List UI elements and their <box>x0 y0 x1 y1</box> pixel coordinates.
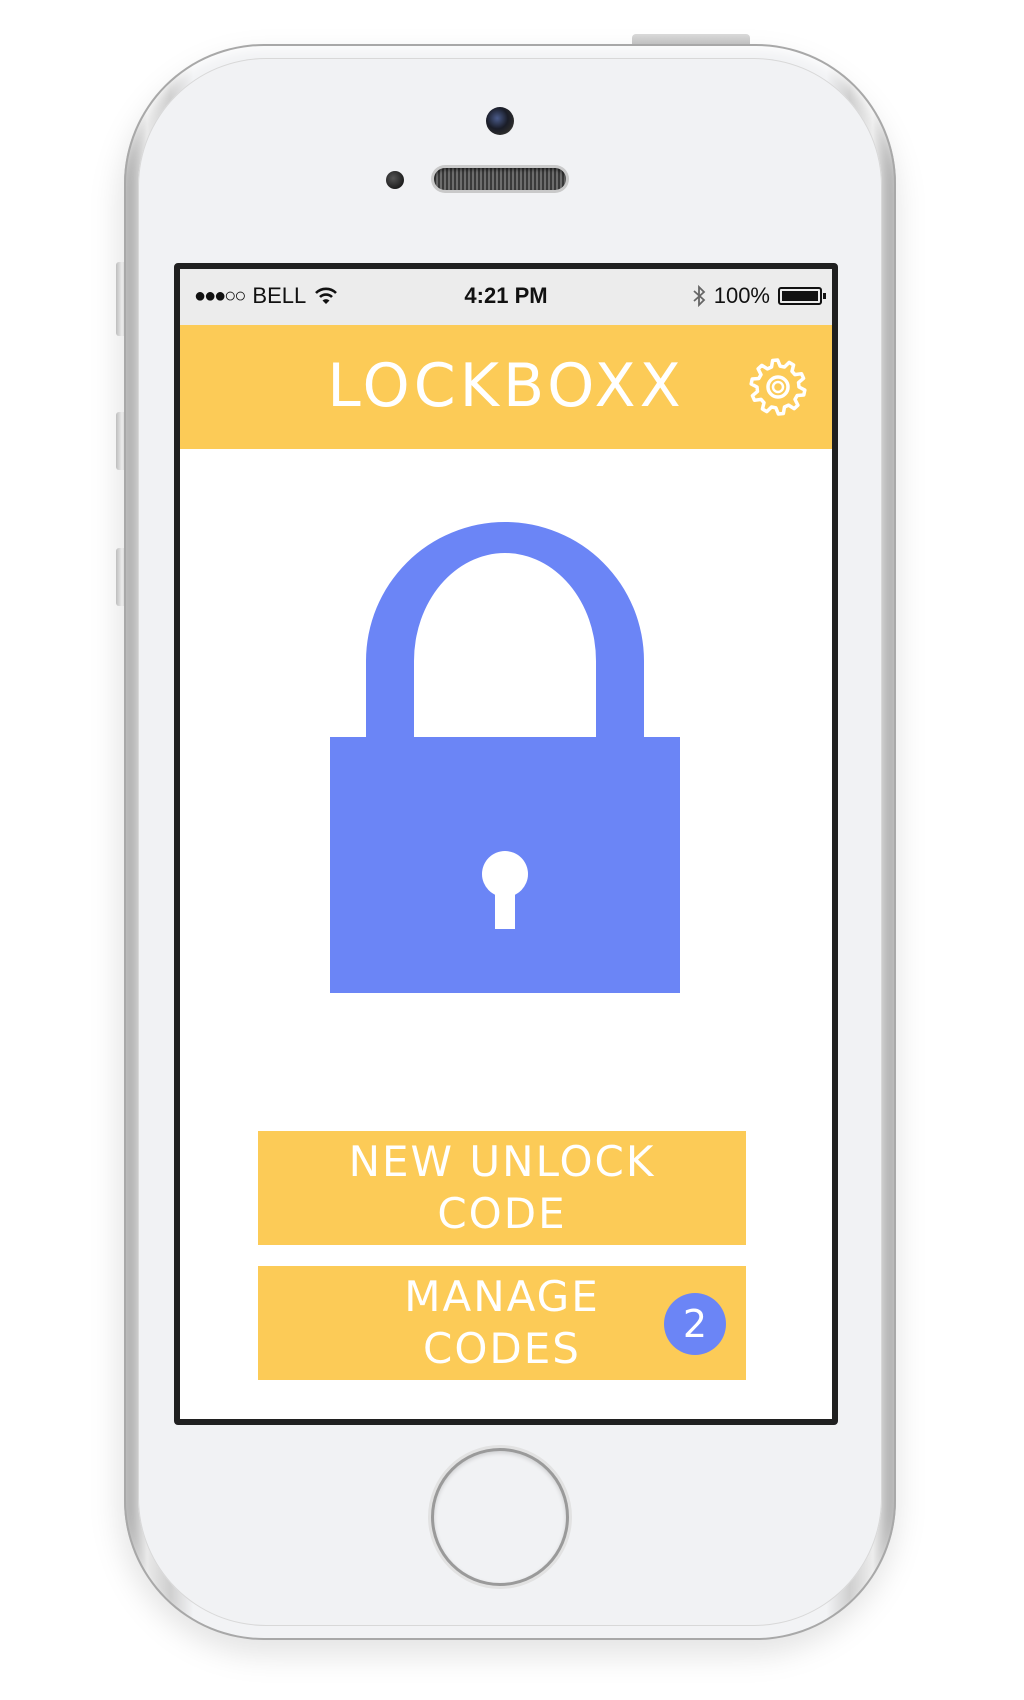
battery-fill <box>782 291 818 301</box>
gear-icon[interactable] <box>746 355 810 419</box>
new-unlock-code-label: NEW UNLOCK CODE <box>348 1137 656 1238</box>
proximity-sensor <box>386 171 404 189</box>
app-header: LOCKBOXX <box>180 325 832 449</box>
new-unlock-code-button[interactable]: NEW UNLOCK CODE <box>258 1131 746 1245</box>
front-camera <box>486 107 514 135</box>
home-button[interactable] <box>434 1451 566 1583</box>
codes-count-badge: 2 <box>664 1293 726 1355</box>
manage-codes-label: MANAGE CODES <box>404 1272 600 1373</box>
phone-screen: ●●●○○ BELL 4:21 PM 100% LOCKBOXX NEW UNL… <box>174 263 838 1425</box>
battery-tip <box>823 293 826 299</box>
padlock-icon <box>330 522 680 993</box>
padlock-shackle <box>366 522 644 737</box>
app-title: LOCKBOXX <box>327 351 685 421</box>
manage-codes-button[interactable]: MANAGE CODES 2 <box>258 1266 746 1380</box>
status-bar: ●●●○○ BELL 4:21 PM 100% <box>180 269 832 325</box>
status-right: 100% <box>692 283 826 309</box>
earpiece-speaker <box>434 168 566 190</box>
keyhole-slot <box>495 879 515 929</box>
bluetooth-icon <box>693 284 706 308</box>
battery-percent: 100% <box>713 283 770 308</box>
battery-icon <box>778 287 826 305</box>
gear-teeth <box>749 358 807 416</box>
